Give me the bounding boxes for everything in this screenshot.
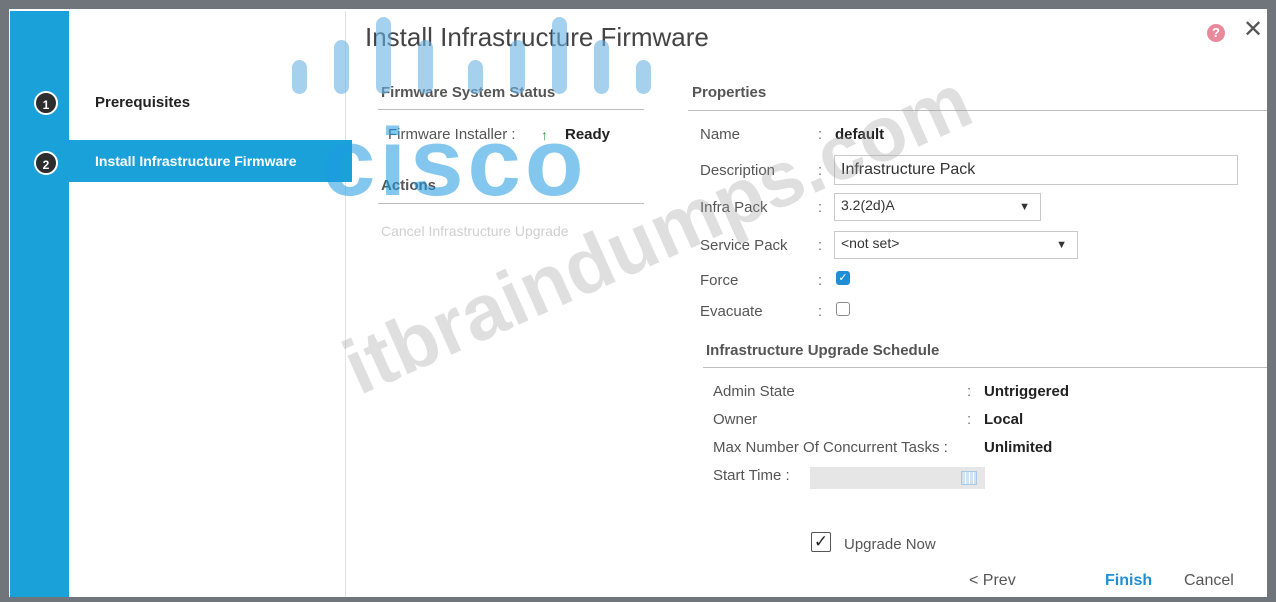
force-checkbox[interactable]: ✓ <box>836 271 850 285</box>
evacuate-checkbox[interactable] <box>836 302 850 316</box>
admin-state-value: Untriggered <box>984 383 1070 400</box>
infra-pack-select[interactable]: 3.2(2d)A ▼ <box>834 193 1041 221</box>
owner-value: Local <box>984 411 1024 428</box>
properties-heading: Properties <box>692 84 767 101</box>
calendar-icon[interactable] <box>961 471 977 485</box>
upgrade-schedule-heading: Infrastructure Upgrade Schedule <box>706 342 940 359</box>
cancel-button[interactable]: Cancel <box>1184 572 1234 590</box>
step-number-1: 1 <box>34 91 58 115</box>
chevron-down-icon: ▼ <box>1019 201 1030 213</box>
service-pack-selected-value: <not set> <box>841 235 900 251</box>
infra-pack-selected-value: 3.2(2d)A <box>841 197 895 213</box>
close-icon[interactable]: ✕ <box>1243 18 1263 42</box>
chevron-down-icon: ▼ <box>1056 239 1067 251</box>
max-concurrent-tasks-label: Max Number Of Concurrent Tasks : <box>713 439 948 456</box>
wizard-steps-panel: Prerequisites Install Infrastructure Fir… <box>69 11 352 597</box>
upgrade-now-label: Upgrade Now <box>844 536 936 553</box>
owner-label: Owner <box>713 411 758 428</box>
evacuate-colon: : <box>818 303 823 320</box>
evacuate-label: Evacuate <box>700 303 763 320</box>
name-label: Name <box>700 126 741 143</box>
step-install-label: Install Infrastructure Firmware <box>95 153 297 169</box>
start-time-label: Start Time : <box>713 467 790 484</box>
cisco-logo-watermark: cisco <box>322 109 588 216</box>
dialog-title: Install Infrastructure Firmware <box>365 22 709 52</box>
finish-button[interactable]: Finish <box>1105 572 1152 590</box>
step-prerequisites-label: Prerequisites <box>95 94 191 111</box>
properties-divider <box>688 110 1267 111</box>
upgrade-now-checkbox[interactable]: ✓ <box>811 532 831 552</box>
upgrade-schedule-divider <box>703 367 1267 368</box>
prev-button[interactable]: < Prev <box>969 572 1016 590</box>
service-pack-select[interactable]: <not set> ▼ <box>834 231 1078 259</box>
force-colon: : <box>818 272 823 289</box>
admin-state-label: Admin State <box>713 383 795 400</box>
service-pack-colon: : <box>818 237 823 254</box>
admin-state-colon: : <box>967 383 972 400</box>
max-concurrent-tasks-value: Unlimited <box>984 439 1053 456</box>
force-label: Force <box>700 272 739 289</box>
help-icon[interactable]: ? <box>1207 24 1225 42</box>
owner-colon: : <box>967 411 972 428</box>
step-number-2: 2 <box>34 151 58 175</box>
step-install-infrastructure-firmware[interactable]: Install Infrastructure Firmware <box>69 140 352 182</box>
start-time-field[interactable] <box>810 467 985 489</box>
